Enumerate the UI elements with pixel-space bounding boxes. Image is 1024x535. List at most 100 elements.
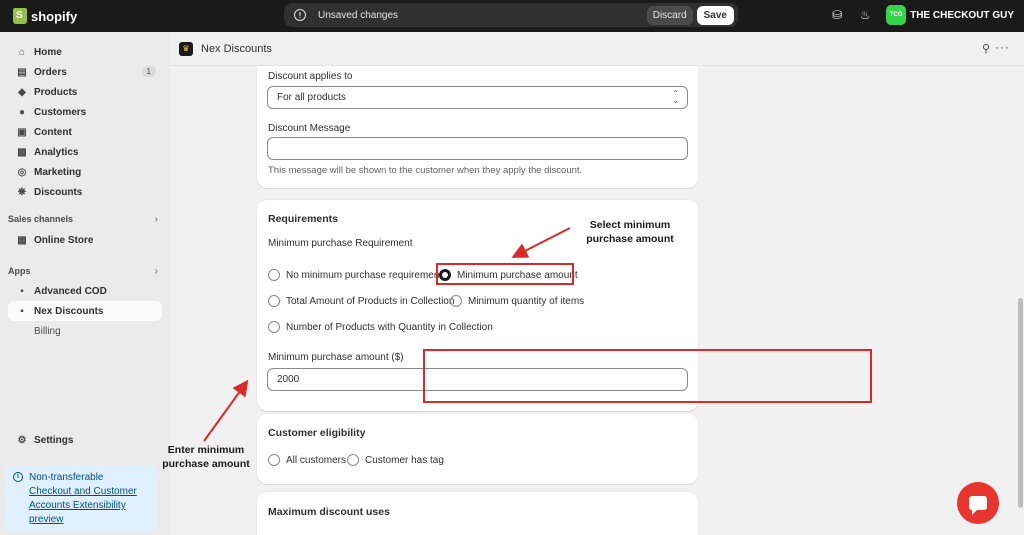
- requirements-title: Requirements: [268, 213, 339, 225]
- target-icon: ◎: [17, 166, 27, 178]
- unsaved-text: Unsaved changes: [318, 9, 399, 21]
- sidebar-item-advanced-cod[interactable]: ▪ Advanced COD: [8, 281, 162, 301]
- sidebar-item-label: Settings: [34, 434, 74, 446]
- sidebar-item-label: Home: [34, 46, 62, 58]
- inbox-icon: ▤: [17, 66, 27, 78]
- select-arrows-icon: ⌃ ⌄: [672, 89, 679, 105]
- top-bar: shopify ! Unsaved changes Discard Save ⛁…: [0, 0, 1024, 32]
- annotation-select-line1: Select minimum: [589, 219, 671, 231]
- app-icon: ▪: [20, 285, 24, 297]
- unsaved-changes-bar: ! Unsaved changes Discard Save: [284, 3, 738, 27]
- min-amount-label: Minimum purchase amount ($): [268, 352, 404, 363]
- gear-icon: ⚙: [17, 434, 27, 446]
- annotation-enter-line2: purchase amount: [162, 458, 250, 470]
- radio-circle: [268, 295, 280, 307]
- sidebar-item-billing[interactable]: Billing: [34, 326, 61, 337]
- max-uses-title: Maximum discount uses: [268, 506, 390, 518]
- bell-icon[interactable]: ♨: [858, 8, 872, 22]
- sidebar-item-nex-discounts[interactable]: ▪ Nex Discounts: [8, 301, 162, 321]
- person-icon: ●: [18, 106, 26, 118]
- radio-no-minimum[interactable]: No minimum purchase requirement: [268, 269, 442, 281]
- sidebar-item-marketing[interactable]: ◎ Marketing: [8, 162, 162, 182]
- more-options-icon[interactable]: ···: [995, 40, 1010, 54]
- app-header: ♛ Nex Discounts ⚲ ···: [170, 32, 1024, 66]
- customer-eligibility-card: Customer eligibility All customers Custo…: [257, 414, 698, 484]
- chevron-right-icon[interactable]: ›: [155, 214, 158, 225]
- sidebar-item-products[interactable]: ◆ Products: [8, 82, 162, 102]
- annotation-enter: Enter minimum purchase amount: [155, 443, 257, 471]
- top-right-actions: ⛁ ♨ TCG THE CHECKOUT GUY: [830, 5, 1014, 25]
- radio-label: Total Amount of Products in Collection: [286, 295, 455, 307]
- store-name[interactable]: THE CHECKOUT GUY: [910, 10, 1014, 21]
- sidebar-item-analytics[interactable]: ▩ Analytics: [8, 142, 162, 162]
- sidebar-item-label: Nex Discounts: [34, 305, 104, 317]
- applies-to-select[interactable]: For all products ⌃ ⌄: [267, 86, 688, 109]
- sidebar-item-home[interactable]: ⌂ Home: [8, 42, 162, 62]
- orders-count-badge: 1: [141, 66, 156, 77]
- chevron-right-icon[interactable]: ›: [155, 266, 158, 277]
- save-button[interactable]: Save: [696, 5, 734, 25]
- annotation-select: Select minimum purchase amount: [580, 218, 680, 246]
- sidebar-item-online-store[interactable]: ▦ Online Store: [8, 230, 162, 250]
- sidebar-item-settings[interactable]: ⚙ Settings: [8, 430, 162, 450]
- chat-button[interactable]: [957, 482, 999, 524]
- notice-link[interactable]: Checkout and Customer Accounts Extensibi…: [29, 485, 152, 527]
- radio-label: All customers: [286, 454, 347, 466]
- radio-all-customers[interactable]: All customers: [268, 454, 346, 466]
- applies-to-value: For all products: [277, 92, 346, 103]
- eligibility-title: Customer eligibility: [268, 427, 366, 439]
- message-help-text: This message will be shown to the custom…: [268, 165, 583, 176]
- shopify-logo[interactable]: shopify: [13, 8, 77, 24]
- radio-circle: [268, 269, 280, 281]
- nex-discounts-logo-icon: ♛: [179, 41, 193, 56]
- radio-total-amount-collection[interactable]: Total Amount of Products in Collection: [268, 295, 454, 307]
- min-req-label: Minimum purchase Requirement: [268, 238, 413, 249]
- sidebar-item-label: Customers: [34, 106, 87, 118]
- sidebar-item-label: Orders: [34, 66, 67, 78]
- content-icon: ▣: [17, 126, 27, 138]
- alert-icon: !: [294, 9, 306, 21]
- apps-label: Apps: [8, 266, 31, 276]
- sidebar-item-label: Products: [34, 86, 78, 98]
- sidebar-item-orders[interactable]: ▤ Orders 1: [8, 62, 162, 82]
- applies-to-label: Discount applies to: [268, 71, 353, 82]
- sidebar-item-content[interactable]: ▣ Content: [8, 122, 162, 142]
- notice-text: Non-transferable: [29, 472, 104, 483]
- extensibility-notice: i Non-transferable Checkout and Customer…: [5, 465, 158, 531]
- annotation-select-line2: purchase amount: [586, 233, 674, 245]
- store-icon: ▦: [17, 234, 27, 246]
- database-icon[interactable]: ⛁: [830, 8, 844, 22]
- scrollbar-thumb[interactable]: [1018, 298, 1023, 508]
- app-icon: ▪: [20, 305, 24, 317]
- sales-channels-label: Sales channels: [8, 214, 74, 224]
- sidebar-item-label: Content: [34, 126, 72, 138]
- tag-icon: ◆: [18, 86, 26, 98]
- radio-circle: [450, 295, 462, 307]
- pin-icon[interactable]: ⚲: [982, 42, 990, 55]
- radio-products-quantity-collection[interactable]: Number of Products with Quantity in Coll…: [268, 321, 493, 333]
- sidebar-item-customers[interactable]: ● Customers: [8, 102, 162, 122]
- message-label: Discount Message: [268, 123, 351, 134]
- sidebar-item-discounts[interactable]: ❋ Discounts: [8, 182, 162, 202]
- maximum-uses-card: Maximum discount uses: [257, 492, 698, 535]
- avatar[interactable]: TCG: [886, 5, 907, 25]
- discount-icon: ❋: [17, 186, 27, 198]
- discount-message-input[interactable]: [267, 137, 688, 160]
- sidebar: ⌂ Home ▤ Orders 1 ◆ Products ● Customers…: [0, 32, 170, 535]
- radio-label: Number of Products with Quantity in Coll…: [286, 321, 493, 333]
- highlight-box-radio: [436, 263, 574, 285]
- radio-label: No minimum purchase requirement: [286, 269, 443, 281]
- bar-chart-icon: ▩: [17, 146, 27, 158]
- main-content: Discount applies to For all products ⌃ ⌄ …: [170, 66, 1024, 535]
- sidebar-item-label: Discounts: [34, 186, 83, 198]
- annotation-enter-line1: Enter minimum: [167, 444, 245, 456]
- discard-button[interactable]: Discard: [646, 5, 693, 25]
- radio-circle: [268, 321, 280, 333]
- sidebar-item-label: Analytics: [34, 146, 79, 158]
- sidebar-item-label: Marketing: [34, 166, 82, 178]
- discount-settings-card: Discount applies to For all products ⌃ ⌄ …: [257, 66, 698, 188]
- radio-minimum-quantity[interactable]: Minimum quantity of items: [450, 295, 584, 307]
- radio-label: Minimum quantity of items: [468, 295, 585, 307]
- radio-customer-has-tag[interactable]: Customer has tag: [347, 454, 444, 466]
- home-icon: ⌂: [18, 46, 26, 58]
